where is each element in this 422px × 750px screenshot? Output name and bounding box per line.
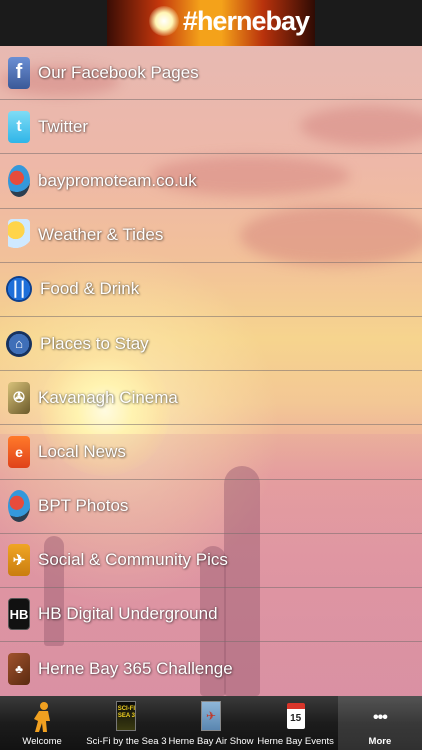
menu-list: f Our Facebook Pages t Twitter baypromot… (0, 46, 422, 696)
tab-label: Herne Bay Events (257, 736, 334, 747)
film-projector-icon: ✇ (8, 381, 30, 414)
menu-item-label: Our Facebook Pages (38, 62, 199, 82)
menu-item-label: baypromoteam.co.uk (38, 170, 197, 190)
person-icon (34, 702, 51, 732)
banner-hashtag: #hernebay (182, 6, 310, 36)
twitter-icon: t (8, 110, 30, 143)
menu-item-label: Herne Bay 365 Challenge (38, 659, 233, 679)
tab-events[interactable]: 15 Herne Bay Events (254, 696, 338, 750)
menu-item-news[interactable]: e Local News (0, 425, 422, 480)
menu-item-label: Places to Stay (40, 333, 149, 353)
tab-label: More (368, 736, 392, 747)
challenge-icon: ♣ (8, 653, 30, 686)
scifi-poster-icon: SCI-FI SEA 3 (116, 701, 137, 731)
menu-item-label: BPT Photos (38, 496, 129, 516)
tab-welcome[interactable]: Welcome (0, 696, 84, 750)
tab-label: Welcome (22, 736, 62, 747)
menu-item-facebook[interactable]: f Our Facebook Pages (0, 46, 422, 101)
menu-item-twitter[interactable]: t Twitter (0, 100, 422, 155)
menu-item-label: Local News (38, 441, 126, 461)
home-icon: ⌂ (6, 330, 32, 357)
tab-scifi[interactable]: SCI-FI SEA 3 Sci-Fi by the Sea 3 (84, 696, 168, 750)
more-dots-icon: ••• (372, 709, 388, 726)
menu-item-label: Twitter (38, 116, 89, 136)
facebook-icon: f (8, 56, 30, 89)
weather-icon (8, 219, 30, 252)
menu-item-label: Weather & Tides (38, 225, 164, 245)
menu-item-social[interactable]: ✈ Social & Community Pics (0, 534, 422, 588)
news-icon: e (8, 435, 30, 468)
menu-item-food[interactable]: ⎮⎮ Food & Drink (0, 263, 422, 317)
menu-item-label: Food & Drink (40, 279, 140, 299)
menu-item-baypromoteam[interactable]: baypromoteam.co.uk (0, 154, 422, 209)
hernebay-banner: #hernebay (107, 0, 315, 46)
menu-item-label: Kavanagh Cinema (38, 387, 178, 407)
banner-sun (149, 6, 179, 36)
calendar-icon: 15 (286, 703, 305, 729)
menu-item-label: HB Digital Underground (38, 604, 218, 624)
bpt-logo-icon (8, 164, 30, 197)
menu-item-hb-digital[interactable]: HB HB Digital Underground (0, 588, 422, 643)
tab-more[interactable]: ••• More (337, 696, 422, 750)
tab-airshow[interactable]: ✈ Herne Bay Air Show (169, 696, 254, 750)
tab-bar: Welcome SCI-FI SEA 3 Sci-Fi by the Sea 3… (0, 696, 422, 750)
tab-label: Sci-Fi by the Sea 3 (86, 736, 167, 747)
menu-item-365-challenge[interactable]: ♣ Herne Bay 365 Challenge (0, 642, 422, 696)
menu-item-bpt-photos[interactable]: BPT Photos (0, 480, 422, 534)
app-header: #hernebay (0, 0, 422, 46)
menu-item-weather[interactable]: Weather & Tides (0, 209, 422, 263)
menu-item-cinema[interactable]: ✇ Kavanagh Cinema (0, 371, 422, 426)
cutlery-icon: ⎮⎮ (6, 276, 32, 303)
hb-icon: HB (8, 598, 30, 631)
tab-label: Herne Bay Air Show (168, 736, 254, 747)
bird-icon: ✈ (8, 544, 30, 577)
bpt-photos-icon (8, 490, 30, 523)
menu-item-places[interactable]: ⌂ Places to Stay (0, 317, 422, 372)
menu-item-label: Social & Community Pics (38, 550, 228, 570)
airshow-icon: ✈ (201, 701, 221, 731)
